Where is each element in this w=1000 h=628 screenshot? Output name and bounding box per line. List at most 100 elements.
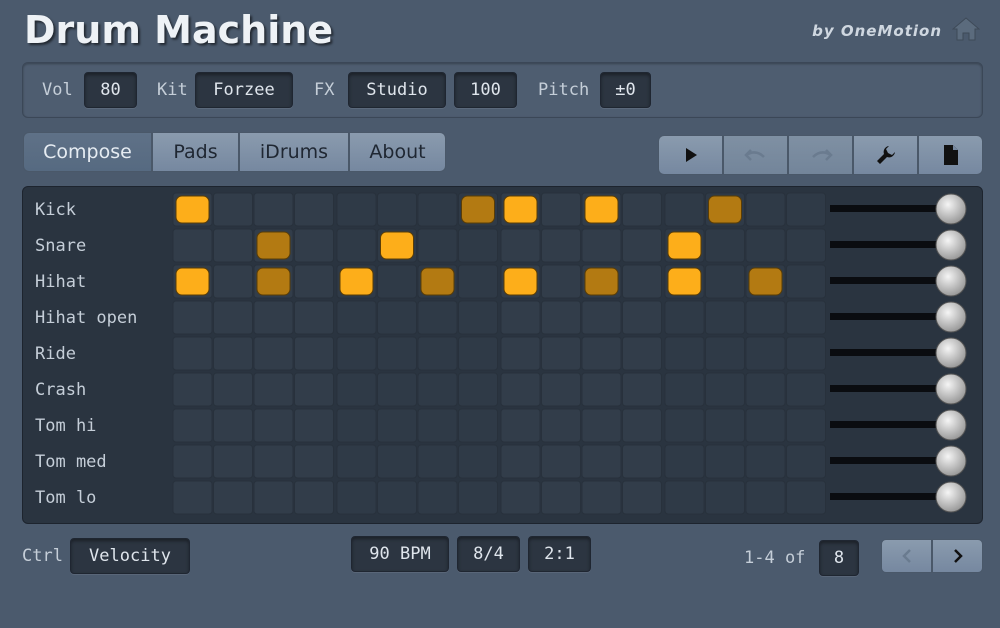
step-cell[interactable] (253, 408, 294, 443)
step-cell[interactable] (622, 300, 662, 335)
step-cell[interactable] (705, 372, 745, 407)
step-cell[interactable] (458, 336, 498, 371)
kit-select[interactable]: Forzee (195, 72, 293, 108)
ctrl-select[interactable]: Velocity (70, 538, 190, 574)
active-step[interactable] (461, 195, 495, 224)
active-step[interactable] (667, 231, 702, 260)
step-cell[interactable] (705, 480, 745, 515)
active-step[interactable] (584, 267, 619, 296)
active-step[interactable] (748, 267, 783, 296)
step-cell[interactable] (253, 192, 294, 227)
step-cell[interactable] (417, 444, 458, 479)
step-cell[interactable] (705, 264, 745, 299)
active-step[interactable] (380, 231, 414, 260)
step-cell[interactable] (458, 228, 498, 263)
step-cell[interactable] (500, 480, 541, 515)
tab-about[interactable]: About (349, 132, 446, 172)
step-cell[interactable] (745, 228, 786, 263)
active-step[interactable] (339, 267, 374, 296)
step-cell[interactable] (294, 444, 334, 479)
step-cell[interactable] (541, 228, 581, 263)
vol-value[interactable]: 80 (84, 72, 137, 108)
step-cell[interactable] (786, 300, 826, 335)
step-cell[interactable] (745, 408, 786, 443)
step-cell[interactable] (541, 300, 581, 335)
step-cell[interactable] (417, 300, 458, 335)
step-cell[interactable] (705, 300, 745, 335)
step-cell[interactable] (294, 408, 334, 443)
step-cell[interactable] (541, 372, 581, 407)
step-cell[interactable] (417, 408, 458, 443)
step-cell[interactable] (458, 264, 498, 299)
step-cell[interactable] (745, 192, 786, 227)
step-cell[interactable] (581, 408, 622, 443)
step-cell[interactable] (786, 228, 826, 263)
step-cell[interactable] (581, 372, 622, 407)
home-icon[interactable] (952, 16, 980, 42)
step-cell[interactable] (500, 336, 541, 371)
active-step[interactable] (667, 267, 702, 296)
step-cell[interactable] (581, 480, 622, 515)
step-cell[interactable] (172, 444, 213, 479)
step-cell[interactable] (336, 228, 377, 263)
active-step[interactable] (256, 231, 291, 260)
active-step[interactable] (503, 195, 538, 224)
step-cell[interactable] (213, 336, 253, 371)
step-cell[interactable] (294, 228, 334, 263)
fx-select[interactable]: Studio (348, 72, 446, 108)
tab-idrums[interactable]: iDrums (239, 132, 349, 172)
step-cell[interactable] (377, 264, 417, 299)
step-cell[interactable] (377, 372, 417, 407)
step-cell[interactable] (745, 444, 786, 479)
step-cell[interactable] (541, 444, 581, 479)
step-cell[interactable] (622, 264, 662, 299)
step-cell[interactable] (622, 192, 662, 227)
step-cell[interactable] (253, 480, 294, 515)
step-cell[interactable] (745, 300, 786, 335)
step-cell[interactable] (705, 444, 745, 479)
step-cell[interactable] (458, 372, 498, 407)
active-step[interactable] (503, 267, 538, 296)
step-cell[interactable] (745, 480, 786, 515)
step-cell[interactable] (336, 372, 377, 407)
prev-page-button[interactable] (881, 539, 932, 573)
step-cell[interactable] (541, 480, 581, 515)
pitch-value[interactable]: ±0 (600, 72, 651, 108)
step-cell[interactable] (541, 192, 581, 227)
next-page-button[interactable] (932, 539, 983, 573)
play-button[interactable] (658, 135, 723, 175)
step-cell[interactable] (745, 336, 786, 371)
step-cell[interactable] (377, 192, 417, 227)
step-cell[interactable] (172, 372, 213, 407)
step-cell[interactable] (294, 192, 334, 227)
step-cell[interactable] (213, 444, 253, 479)
tab-pads[interactable]: Pads (152, 132, 239, 172)
step-cell[interactable] (417, 336, 458, 371)
step-cell[interactable] (417, 480, 458, 515)
redo-button[interactable] (788, 135, 853, 175)
step-cell[interactable] (213, 372, 253, 407)
step-cell[interactable] (664, 372, 705, 407)
step-cell[interactable] (294, 372, 334, 407)
active-step[interactable] (175, 267, 210, 296)
step-cell[interactable] (786, 408, 826, 443)
step-cell[interactable] (172, 408, 213, 443)
step-cell[interactable] (622, 336, 662, 371)
step-cell[interactable] (417, 228, 458, 263)
step-cell[interactable] (705, 336, 745, 371)
step-cell[interactable] (253, 300, 294, 335)
step-cell[interactable] (213, 408, 253, 443)
step-cell[interactable] (458, 444, 498, 479)
active-step[interactable] (708, 195, 742, 224)
step-cell[interactable] (172, 480, 213, 515)
step-cell[interactable] (664, 300, 705, 335)
step-cell[interactable] (786, 444, 826, 479)
step-cell[interactable] (377, 408, 417, 443)
swing-value[interactable]: 2:1 (528, 536, 591, 572)
step-cell[interactable] (172, 336, 213, 371)
step-cell[interactable] (336, 408, 377, 443)
step-cell[interactable] (336, 480, 377, 515)
step-cell[interactable] (664, 408, 705, 443)
step-cell[interactable] (336, 444, 377, 479)
signature-value[interactable]: 8/4 (457, 536, 520, 572)
